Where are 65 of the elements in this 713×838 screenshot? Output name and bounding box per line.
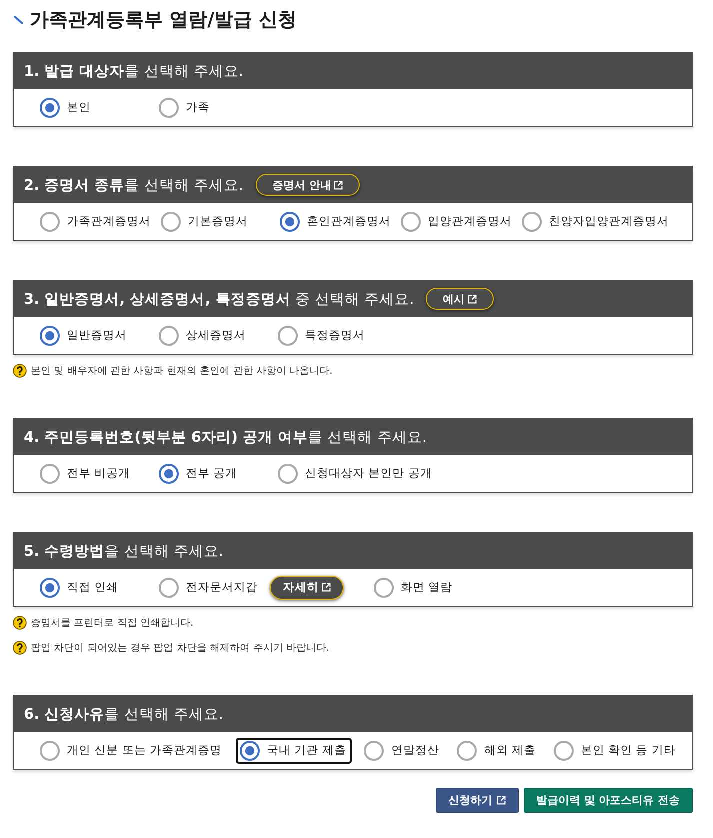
radio-option[interactable]: 개인 신분 또는 가족관계증명 [36, 738, 228, 764]
radio-icon[interactable] [40, 98, 60, 118]
external-link-icon [496, 796, 506, 805]
radio-icon[interactable] [159, 98, 179, 118]
radio-option[interactable]: 본인 확인 등 기타 [550, 738, 682, 764]
radio-option[interactable]: 전자문서지갑 [155, 574, 264, 600]
section-heading: 1. 발급 대상자를 선택해 주세요. [24, 62, 244, 80]
radio-option[interactable]: 화면 열람 [370, 574, 459, 600]
section-heading: 4. 주민등록번호(뒷부분 6자리) 공개 여부를 선택해 주세요. [24, 428, 427, 446]
radio-icon[interactable] [457, 740, 478, 760]
radio-option[interactable]: 친양자입양관계증명서 [518, 208, 675, 234]
radio-option[interactable]: 입양관계증명서 [397, 208, 518, 234]
radio-option[interactable]: 국내 기관 제출 [236, 738, 352, 764]
radio-option[interactable]: 혼인관계증명서 [276, 208, 397, 234]
radio-icon[interactable] [40, 212, 60, 232]
radio-option[interactable]: 본인 [36, 94, 97, 120]
external-link-icon [322, 583, 331, 592]
note-text: 증명서를 프린터로 직접 인쇄합니다. [31, 617, 194, 630]
note-text: 본인 및 배우자에 관한 사항과 현재의 혼인에 관한 사항이 나옵니다. [31, 365, 333, 378]
radio-icon[interactable] [40, 326, 60, 346]
radio-icon[interactable] [161, 212, 181, 232]
external-link-icon [334, 180, 344, 190]
page-title: 가족관계등록부 열람/발급 신청 [30, 8, 298, 33]
section-heading: 5. 수령방법을 선택해 주세요. [24, 542, 224, 560]
link-button[interactable]: 자세히 [270, 576, 344, 600]
note-text: 팝업 차단이 되어있는 경우 팝업 차단을 해제하여 주시기 바랍니다. [31, 642, 330, 655]
radio-option[interactable]: 해외 제출 [453, 738, 542, 764]
radio-option[interactable]: 상세증명서 [155, 322, 252, 348]
radio-icon[interactable] [374, 578, 394, 598]
question-icon [13, 641, 27, 655]
radio-icon[interactable] [240, 740, 260, 760]
radio-icon[interactable] [40, 464, 60, 484]
section-heading: 2. 증명서 종류를 선택해 주세요. [24, 176, 244, 194]
action-button[interactable]: 신청하기 [436, 788, 518, 813]
radio-icon[interactable] [40, 740, 60, 760]
radio-option[interactable]: 가족 [155, 94, 216, 120]
external-link-icon [468, 294, 478, 304]
radio-option[interactable]: 가족관계증명서 [36, 208, 157, 234]
link-button[interactable]: 증명서 안내 [256, 174, 360, 196]
radio-option[interactable]: 연말정산 [360, 738, 446, 764]
radio-icon[interactable] [401, 212, 421, 232]
radio-option[interactable]: 기본증명서 [157, 208, 254, 234]
link-button[interactable]: 예시 [426, 288, 494, 310]
question-icon [13, 364, 27, 378]
section-heading: 6. 신청사유를 선택해 주세요. [24, 706, 224, 724]
radio-icon[interactable] [40, 578, 60, 598]
radio-icon[interactable] [522, 212, 542, 232]
section-heading: 3. 일반증명서, 상세증명서, 특정증명서 중 선택해 주세요. [24, 290, 414, 308]
radio-option[interactable]: 전부 공개 [155, 460, 244, 486]
diagonal-line-icon [14, 16, 23, 24]
radio-icon[interactable] [278, 464, 298, 484]
radio-icon[interactable] [159, 578, 179, 598]
radio-option[interactable]: 전부 비공개 [36, 460, 137, 486]
radio-icon[interactable] [278, 326, 298, 346]
question-icon [13, 616, 27, 630]
radio-option[interactable]: 특정증명서 [274, 322, 371, 348]
radio-icon[interactable] [554, 740, 574, 760]
radio-icon[interactable] [159, 464, 179, 484]
radio-option[interactable]: 직접 인쇄 [36, 574, 125, 600]
radio-option[interactable]: 일반증명서 [36, 322, 133, 348]
radio-icon[interactable] [280, 212, 300, 232]
action-button[interactable]: 발급이력 및 아포스티유 전송 [524, 788, 693, 813]
radio-icon[interactable] [364, 740, 384, 760]
radio-icon[interactable] [159, 326, 179, 346]
radio-option[interactable]: 신청대상자 본인만 공개 [274, 460, 438, 486]
